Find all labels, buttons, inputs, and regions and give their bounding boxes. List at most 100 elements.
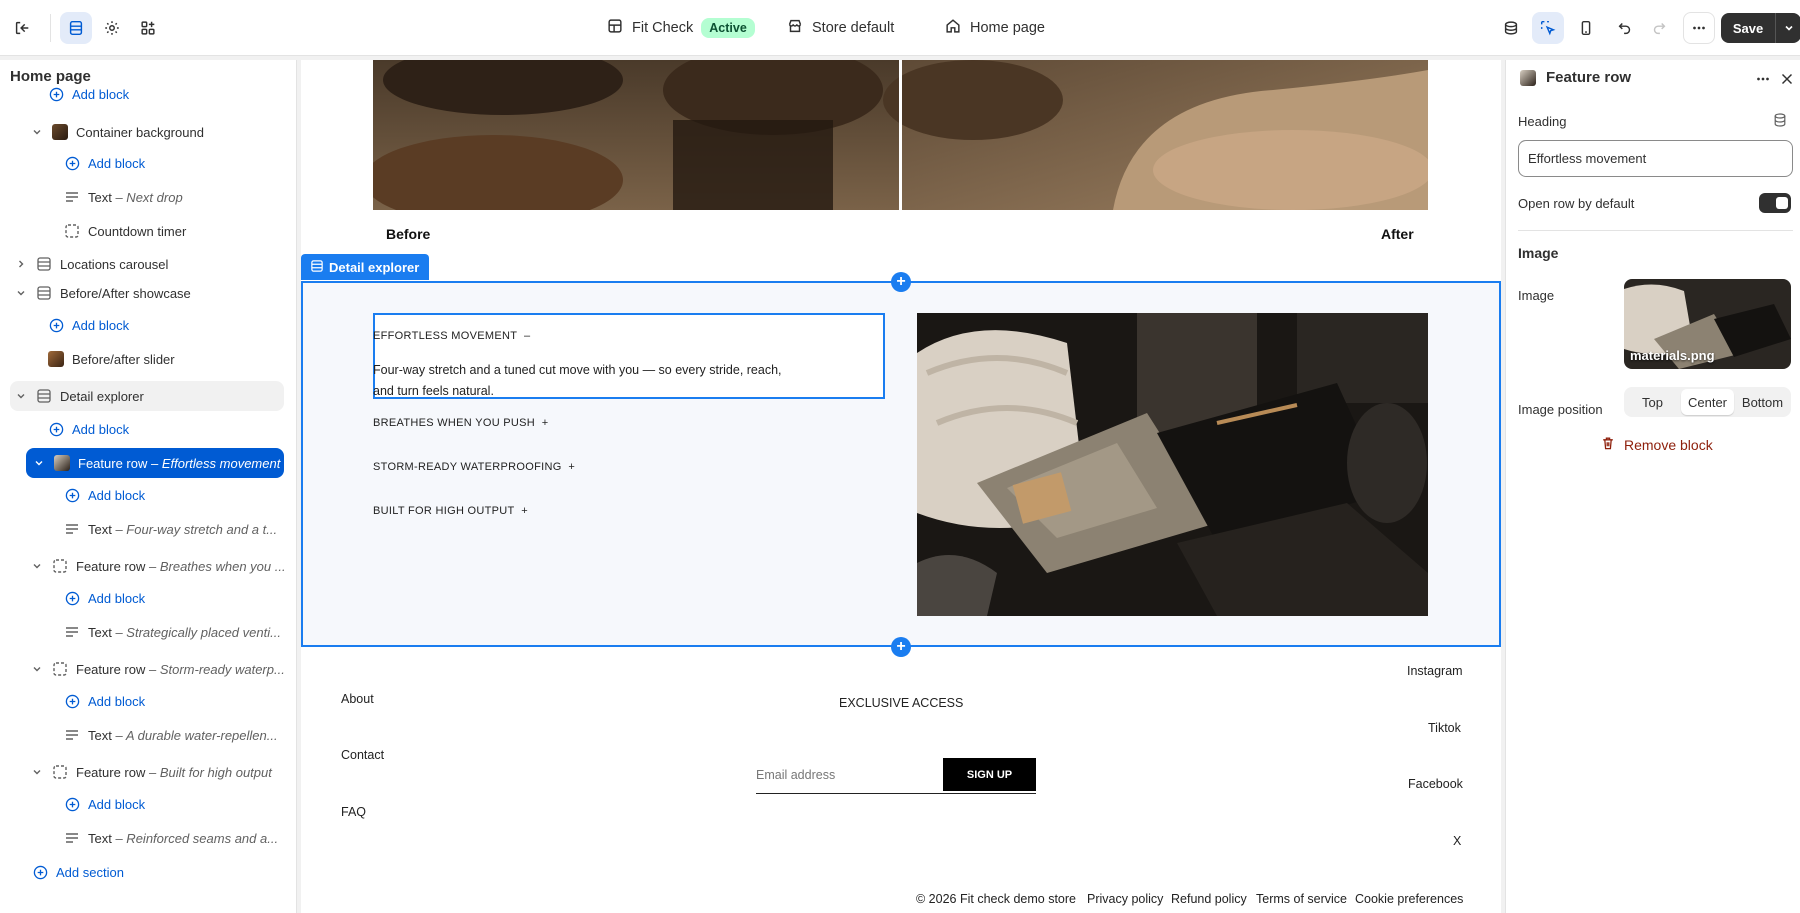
tree-item-before-after-slider[interactable]: Before/after slider [48, 344, 175, 374]
tree-item-before-after-showcase[interactable]: Before/After showcase [14, 278, 191, 308]
signup-button[interactable]: SIGN UP [943, 758, 1036, 791]
section-tag[interactable]: Detail explorer [301, 254, 430, 280]
position-option-bottom[interactable]: Bottom [1736, 389, 1789, 415]
footer-link-contact[interactable]: Contact [341, 748, 384, 762]
social-link-x[interactable]: X [1453, 834, 1461, 848]
chevron-down-icon[interactable] [30, 559, 44, 573]
sections-icon[interactable] [60, 12, 92, 44]
accordion-title: STORM-READY WATERPROOFING [373, 461, 562, 473]
tree-item-container-background[interactable]: Container background [30, 117, 204, 147]
policy-link-cookies[interactable]: Cookie preferences [1355, 892, 1463, 906]
feature-image[interactable] [917, 313, 1428, 616]
add-block-button[interactable]: Add block [64, 148, 145, 178]
tree-item-text[interactable]: Text – A durable water-repellen... [64, 720, 278, 750]
theme-settings-gear-icon[interactable] [96, 12, 128, 44]
tree-item-text[interactable]: Text – Strategically placed venti... [64, 617, 281, 647]
add-block-button[interactable]: Add block [48, 310, 129, 340]
tree-item-feature-row[interactable]: Feature row – Breathes when you ... [30, 551, 286, 581]
chevron-down-icon[interactable] [30, 125, 44, 139]
apps-icon[interactable] [132, 12, 164, 44]
tree-item-text[interactable]: Text – Next drop [64, 182, 183, 212]
footer-link-faq[interactable]: FAQ [341, 805, 366, 819]
accordion-heading[interactable]: BREATHES WHEN YOU PUSH + [373, 417, 549, 429]
chevron-right-icon[interactable] [14, 257, 28, 271]
open-row-toggle[interactable] [1759, 193, 1791, 213]
accordion-heading[interactable]: STORM-READY WATERPROOFING + [373, 461, 575, 473]
social-link-tiktok[interactable]: Tiktok [1428, 721, 1461, 735]
add-block-button[interactable]: Add block [64, 480, 145, 510]
collapse-icon[interactable]: – [524, 330, 530, 342]
more-actions-icon[interactable] [1683, 12, 1715, 44]
preview-inspector-icon[interactable] [1495, 12, 1527, 44]
image-position-segmented[interactable]: Top Center Bottom [1624, 387, 1791, 417]
more-options-icon[interactable] [1754, 70, 1772, 91]
section-tag-label: Detail explorer [329, 259, 420, 275]
heading-input[interactable]: Effortless movement [1518, 140, 1793, 177]
theme-selector[interactable]: Fit Check Active [606, 0, 755, 56]
add-block-button[interactable]: Add block [64, 789, 145, 819]
chevron-down-icon[interactable] [30, 662, 44, 676]
add-section-above-icon[interactable]: + [891, 272, 911, 292]
accordion-heading[interactable]: BUILT FOR HIGH OUTPUT + [373, 505, 528, 517]
copyright: © 2026 Fit check demo store [916, 892, 1076, 906]
undo-icon[interactable] [1609, 12, 1641, 44]
panel-title: Feature row [1546, 69, 1632, 86]
exit-icon[interactable] [6, 12, 38, 44]
store-icon [786, 17, 804, 39]
chevron-down-icon[interactable] [32, 456, 46, 470]
tree-item-locations-carousel[interactable]: Locations carousel [14, 249, 168, 279]
expand-icon[interactable]: + [568, 461, 575, 473]
text-lines-icon [64, 624, 80, 640]
policy-link-refund[interactable]: Refund policy [1171, 892, 1247, 906]
row-sublabel: – Four-way stretch and a t... [115, 521, 278, 537]
tree-item-text[interactable]: Text – Reinforced seams and a... [64, 823, 278, 853]
add-block-button[interactable]: Add block [64, 686, 145, 716]
social-link-instagram[interactable]: Instagram [1407, 664, 1463, 678]
image-picker[interactable]: materials.png [1624, 279, 1791, 369]
close-icon[interactable] [1778, 70, 1796, 91]
accordion-heading[interactable]: EFFORTLESS MOVEMENT – [373, 330, 530, 342]
add-block-button[interactable]: Add block [48, 414, 129, 444]
tree-item-countdown-timer[interactable]: Countdown timer [64, 216, 186, 246]
policy-link-terms[interactable]: Terms of service [1256, 892, 1347, 906]
plus-circle-icon [48, 317, 64, 333]
market-selector[interactable]: Store default [786, 0, 894, 56]
image-label: Image [1518, 288, 1555, 303]
tree-item-feature-row[interactable]: Feature row – Storm-ready waterp... [30, 654, 285, 684]
tree-item-text[interactable]: Text – Four-way stretch and a t... [64, 514, 277, 544]
row-sublabel: – Next drop [115, 189, 183, 205]
before-after-image[interactable] [363, 45, 1433, 225]
add-block-button[interactable]: Add block [48, 84, 129, 104]
remove-block-button[interactable]: Remove block [1600, 435, 1713, 454]
template-selector[interactable]: Home page [944, 0, 1045, 56]
chevron-down-icon[interactable] [14, 286, 28, 300]
redo-icon[interactable] [1643, 12, 1675, 44]
tree-item-feature-row-selected[interactable]: Feature row – Effortless movement [26, 448, 284, 478]
chevron-down-icon[interactable] [30, 765, 44, 779]
expand-icon[interactable]: + [542, 417, 549, 429]
row-label: Add block [88, 155, 146, 171]
expand-icon[interactable]: + [521, 505, 528, 517]
add-block-button[interactable]: Add block [64, 583, 145, 613]
mobile-preview-icon[interactable] [1570, 12, 1602, 44]
policy-link-privacy[interactable]: Privacy policy [1087, 892, 1163, 906]
row-sublabel: – Strategically placed venti... [115, 624, 281, 640]
image-position-label: Image position [1518, 402, 1603, 417]
position-option-center[interactable]: Center [1681, 389, 1734, 415]
chevron-down-icon[interactable] [14, 389, 28, 403]
divider [50, 14, 51, 42]
position-option-top[interactable]: Top [1626, 389, 1679, 415]
plus-circle-icon [64, 796, 80, 812]
select-element-icon[interactable] [1532, 12, 1564, 44]
tree-item-feature-row[interactable]: Feature row – Built for high output [30, 757, 272, 787]
tree-item-detail-explorer[interactable]: Detail explorer [10, 381, 284, 411]
footer-link-about[interactable]: About [341, 692, 374, 706]
text-lines-icon [64, 521, 80, 537]
save-button[interactable]: Save [1721, 13, 1800, 43]
add-section-button[interactable]: Add section [32, 857, 124, 887]
dynamic-source-icon[interactable] [1772, 112, 1788, 131]
email-input[interactable]: Email address [756, 768, 835, 782]
social-link-facebook[interactable]: Facebook [1408, 777, 1463, 791]
chevron-down-icon[interactable] [1775, 13, 1800, 43]
add-section-below-icon[interactable]: + [891, 637, 911, 657]
